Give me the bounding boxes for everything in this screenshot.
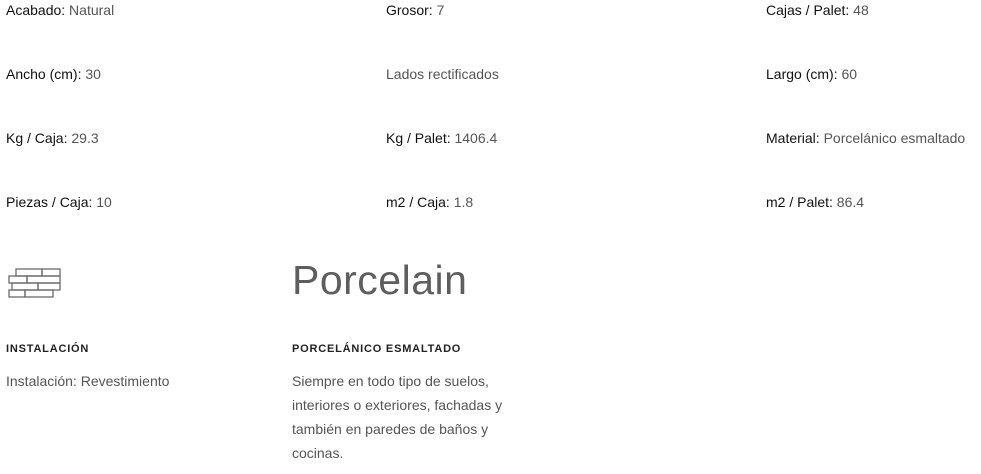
installation-heading: INSTALACIÓN	[6, 343, 90, 355]
spec-piezas-caja: Piezas / Caja: 10	[6, 192, 112, 212]
spec-value: Porcelánico esmaltado	[819, 130, 966, 146]
spec-largo: Largo (cm): 60	[766, 64, 857, 84]
spec-value: 1406.4	[450, 130, 498, 146]
spec-value: 86.4	[832, 194, 865, 210]
spec-label: Acabado:	[6, 2, 66, 18]
spec-kg-caja: Kg / Caja: 29.3	[6, 128, 99, 148]
installation-text: Instalación: Revestimiento	[6, 373, 170, 389]
spec-kg-palet: Kg / Palet: 1406.4	[386, 128, 497, 148]
spec-m2-caja: m2 / Caja: 1.8	[386, 192, 473, 212]
spec-label: Grosor:	[386, 2, 433, 18]
spec-value: 1.8	[449, 194, 474, 210]
spec-lados-rectificados: Lados rectificados	[386, 64, 499, 84]
spec-material: Material: Porcelánico esmaltado	[766, 128, 965, 148]
spec-acabado: Acabado: Natural	[6, 0, 114, 20]
spec-ancho: Ancho (cm): 30	[6, 64, 101, 84]
spec-label: m2 / Caja:	[386, 194, 450, 210]
spec-grosor: Grosor: 7	[386, 0, 444, 20]
spec-value: 29.3	[67, 130, 99, 146]
spec-value: Natural	[65, 2, 115, 18]
spec-value: 60	[837, 66, 858, 82]
brick-wall-icon	[8, 268, 61, 298]
spec-label: Largo (cm):	[766, 66, 838, 82]
spec-label: Kg / Palet:	[386, 130, 451, 146]
spec-label: Kg / Caja:	[6, 130, 68, 146]
porcelain-description: Siempre en todo tipo de suelos, interior…	[292, 373, 503, 461]
spec-label: m2 / Palet:	[766, 194, 833, 210]
spec-value: 48	[849, 2, 869, 18]
spec-label: Ancho (cm):	[6, 66, 82, 82]
spec-label: Material:	[766, 130, 820, 146]
spec-cajas-palet: Cajas / Palet: 48	[766, 0, 869, 20]
spec-value: 30	[81, 66, 101, 82]
spec-value: 10	[92, 194, 112, 210]
spec-label: Piezas / Caja:	[6, 194, 93, 210]
porcelain-logo: Porcelain	[292, 257, 468, 303]
spec-label: Cajas / Palet:	[766, 2, 850, 18]
spec-value: Lados rectificados	[386, 66, 499, 82]
spec-m2-palet: m2 / Palet: 86.4	[766, 192, 864, 212]
porcelain-heading: PORCELÁNICO ESMALTADO	[292, 343, 462, 355]
spec-value: 7	[432, 2, 445, 18]
